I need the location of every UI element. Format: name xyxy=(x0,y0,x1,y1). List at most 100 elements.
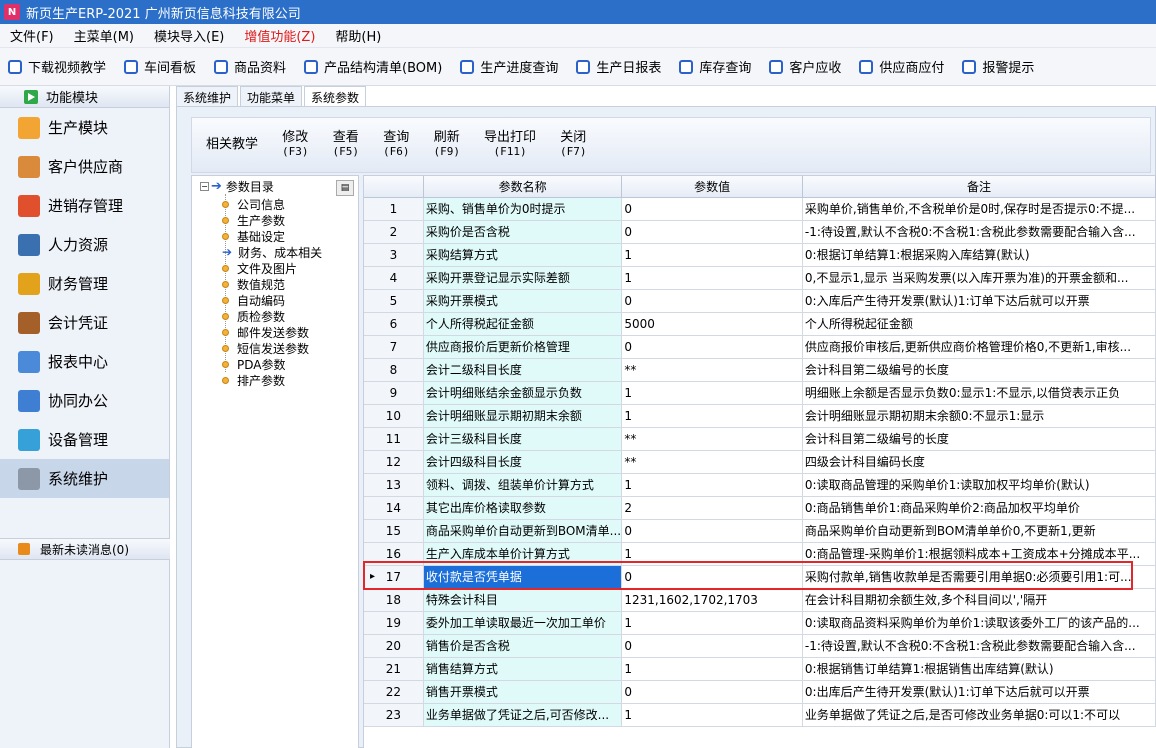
table-cell[interactable]: 2 xyxy=(364,221,424,243)
toolbar-button-8[interactable]: 供应商应付 xyxy=(859,57,944,76)
table-cell[interactable]: 特殊会计科目 xyxy=(423,589,623,611)
sidebar-item-0[interactable]: 生产模块 xyxy=(0,108,169,147)
table-cell[interactable]: 1 xyxy=(622,612,803,634)
table-cell[interactable]: 23 xyxy=(364,704,424,726)
table-cell[interactable]: 1 xyxy=(622,405,803,427)
table-cell[interactable]: 2 xyxy=(622,497,803,519)
table-cell[interactable]: 1 xyxy=(622,543,803,565)
table-cell[interactable]: 领料、调拨、组装单价计算方式 xyxy=(423,474,623,496)
table-cell[interactable]: 0:根据订单结算1:根据采购入库结算(默认) xyxy=(803,244,1156,266)
table-cell[interactable]: 20 xyxy=(364,635,424,657)
action-button-5[interactable]: 导出打印 (F11) xyxy=(484,131,536,159)
sidebar-item-9[interactable]: 系统维护 xyxy=(0,459,169,498)
table-cell[interactable]: 1 xyxy=(364,198,424,220)
toolbar-button-7[interactable]: 客户应收 xyxy=(769,57,841,76)
table-cell[interactable]: 个人所得税起征金额 xyxy=(803,313,1156,335)
table-cell[interactable]: 7 xyxy=(364,336,424,358)
toolbar-button-2[interactable]: 商品资料 xyxy=(214,57,286,76)
tree-node-8[interactable]: 邮件发送参数 xyxy=(222,324,309,340)
table-cell[interactable]: 会计明细账显示期初期末余额0:不显示1:显示 xyxy=(803,405,1156,427)
grid-column-header-3[interactable]: 备注 xyxy=(803,176,1156,197)
action-button-1[interactable]: 修改 (F3) xyxy=(282,131,309,159)
table-cell[interactable]: 5 xyxy=(364,290,424,312)
table-row[interactable]: 6 个人所得税起征金额 5000 个人所得税起征金额 xyxy=(364,313,1156,336)
table-cell[interactable]: 0 xyxy=(622,520,803,542)
toolbar-button-3[interactable]: 产品结构清单(BOM) xyxy=(304,57,442,76)
menu-item-4[interactable]: 帮助(H) xyxy=(325,26,391,45)
table-cell[interactable]: 会计明细账显示期初期末余额 xyxy=(423,405,623,427)
tab-2[interactable]: 系统参数 xyxy=(304,86,367,106)
table-cell[interactable]: -1:待设置,默认不含税0:不含税1:含税此参数需要配合输入含... xyxy=(803,635,1156,657)
table-row[interactable]: 12 会计四级科目长度 ** 四级会计科目编码长度 xyxy=(364,451,1156,474)
table-cell[interactable]: 商品采购单价自动更新到BOM清单... xyxy=(423,520,623,542)
table-cell[interactable]: -1:待设置,默认不含税0:不含税1:含税此参数需要配合输入含... xyxy=(803,221,1156,243)
action-button-3[interactable]: 查询 (F6) xyxy=(383,131,410,159)
sidebar-item-6[interactable]: 报表中心 xyxy=(0,342,169,381)
toolbar-button-9[interactable]: 报警提示 xyxy=(962,57,1034,76)
unread-messages[interactable]: 最新未读消息(0) xyxy=(0,538,170,560)
table-cell[interactable]: 22 xyxy=(364,681,424,703)
table-cell[interactable]: ** xyxy=(622,451,803,473)
table-cell[interactable]: 1 xyxy=(622,267,803,289)
tree-node-7[interactable]: 质检参数 xyxy=(222,308,285,324)
table-cell[interactable]: 四级会计科目编码长度 xyxy=(803,451,1156,473)
table-cell[interactable]: 19 xyxy=(364,612,424,634)
table-row[interactable]: 13 领料、调拨、组装单价计算方式 1 0:读取商品管理的采购单价1:读取加权平均单价… xyxy=(364,474,1156,497)
table-cell[interactable]: 3 xyxy=(364,244,424,266)
table-cell[interactable]: 0:根据销售订单结算1:根据销售出库结算(默认) xyxy=(803,658,1156,680)
table-cell[interactable]: 供应商报价后更新价格管理 xyxy=(423,336,623,358)
table-cell[interactable]: 1 xyxy=(622,474,803,496)
table-row[interactable]: 4 采购开票登记显示实际差额 1 0,不显示1,显示 当采购发票(以入库开票为准)的开… xyxy=(364,267,1156,290)
table-row[interactable]: 18 特殊会计科目 1231,1602,1702,1703 在会计科目期初余额生效,多… xyxy=(364,589,1156,612)
table-cell[interactable]: 1 xyxy=(622,704,803,726)
table-cell[interactable]: 0 xyxy=(622,198,803,220)
sidebar-item-5[interactable]: 会计凭证 xyxy=(0,303,169,342)
sidebar-item-2[interactable]: 进销存管理 xyxy=(0,186,169,225)
tree-node-3[interactable]: ➔ 财务、成本相关 xyxy=(222,244,322,260)
table-cell[interactable]: 采购单价,销售单价,不含税单价是0时,保存时是否提示0:不提... xyxy=(803,198,1156,220)
table-cell[interactable]: 销售结算方式 xyxy=(423,658,623,680)
table-cell[interactable]: 0,不显示1,显示 当采购发票(以入库开票为准)的开票金额和... xyxy=(803,267,1156,289)
toolbar-button-0[interactable]: 下载视频教学 xyxy=(8,57,106,76)
table-cell[interactable]: 会计科目第二级编号的长度 xyxy=(803,428,1156,450)
table-cell[interactable]: 会计四级科目长度 xyxy=(423,451,623,473)
grid-column-header-1[interactable]: 参数名称 xyxy=(424,176,623,197)
table-row[interactable]: 16 生产入库成本单价计算方式 1 0:商品管理-采购单价1:根据领料成本+工资成本+… xyxy=(364,543,1156,566)
table-cell[interactable]: 0:出库后产生待开发票(默认)1:订单下达后就可以开票 xyxy=(803,681,1156,703)
table-row[interactable]: 1 采购、销售单价为0时提示 0 采购单价,销售单价,不含税单价是0时,保存时是否提示… xyxy=(364,198,1156,221)
toolbar-button-4[interactable]: 生产进度查询 xyxy=(460,57,558,76)
sidebar-item-4[interactable]: 财务管理 xyxy=(0,264,169,303)
tree-root[interactable]: − ➔ 参数目录 xyxy=(200,178,274,195)
table-row[interactable]: 9 会计明细账结余金额显示负数 1 明细账上余额是否显示负数0:显示1:不显示,以借贷… xyxy=(364,382,1156,405)
table-cell[interactable]: 采购开票登记显示实际差额 xyxy=(423,267,623,289)
table-cell[interactable]: 1 xyxy=(622,658,803,680)
table-cell[interactable]: 0:读取商品资料采购单价为单价1:读取该委外工厂的该产品的... xyxy=(803,612,1156,634)
table-cell[interactable]: 18 xyxy=(364,589,424,611)
table-row[interactable]: 8 会计二级科目长度 ** 会计科目第二级编号的长度 xyxy=(364,359,1156,382)
table-cell[interactable]: 销售价是否含税 xyxy=(423,635,623,657)
table-cell[interactable]: 业务单据做了凭证之后,是否可修改业务单据0:可以1:不可以 xyxy=(803,704,1156,726)
tree-node-9[interactable]: 短信发送参数 xyxy=(222,340,309,356)
table-row[interactable]: 19 委外加工单读取最近一次加工单价 1 0:读取商品资料采购单价为单价1:读取该委外… xyxy=(364,612,1156,635)
table-row[interactable]: 23 业务单据做了凭证之后,可否修改... 1 业务单据做了凭证之后,是否可修改业务单… xyxy=(364,704,1156,727)
table-row[interactable]: 7 供应商报价后更新价格管理 0 供应商报价审核后,更新供应商价格管理价格0,不更新1… xyxy=(364,336,1156,359)
sidebar-item-1[interactable]: 客户供应商 xyxy=(0,147,169,186)
table-row[interactable]: 5 采购开票模式 0 0:入库后产生待开发票(默认)1:订单下达后就可以开票 xyxy=(364,290,1156,313)
tree-node-2[interactable]: 基础设定 xyxy=(222,228,285,244)
table-cell[interactable]: 业务单据做了凭证之后,可否修改... xyxy=(423,704,623,726)
action-button-6[interactable]: 关闭 (F7) xyxy=(560,131,587,159)
table-cell[interactable]: 13 xyxy=(364,474,424,496)
table-cell[interactable]: 9 xyxy=(364,382,424,404)
table-cell[interactable]: 17 xyxy=(364,566,424,588)
toolbar-button-6[interactable]: 库存查询 xyxy=(679,57,751,76)
tree-node-1[interactable]: 生产参数 xyxy=(222,212,285,228)
table-cell[interactable]: 15 xyxy=(364,520,424,542)
table-cell[interactable]: 0 xyxy=(622,290,803,312)
table-cell[interactable]: 0 xyxy=(622,681,803,703)
table-row[interactable]: 21 销售结算方式 1 0:根据销售订单结算1:根据销售出库结算(默认) xyxy=(364,658,1156,681)
table-row[interactable]: 3 采购结算方式 1 0:根据订单结算1:根据采购入库结算(默认) xyxy=(364,244,1156,267)
table-cell[interactable]: 0:入库后产生待开发票(默认)1:订单下达后就可以开票 xyxy=(803,290,1156,312)
table-cell[interactable]: 11 xyxy=(364,428,424,450)
table-cell[interactable]: 采购结算方式 xyxy=(423,244,623,266)
table-cell[interactable]: 个人所得税起征金额 xyxy=(423,313,623,335)
